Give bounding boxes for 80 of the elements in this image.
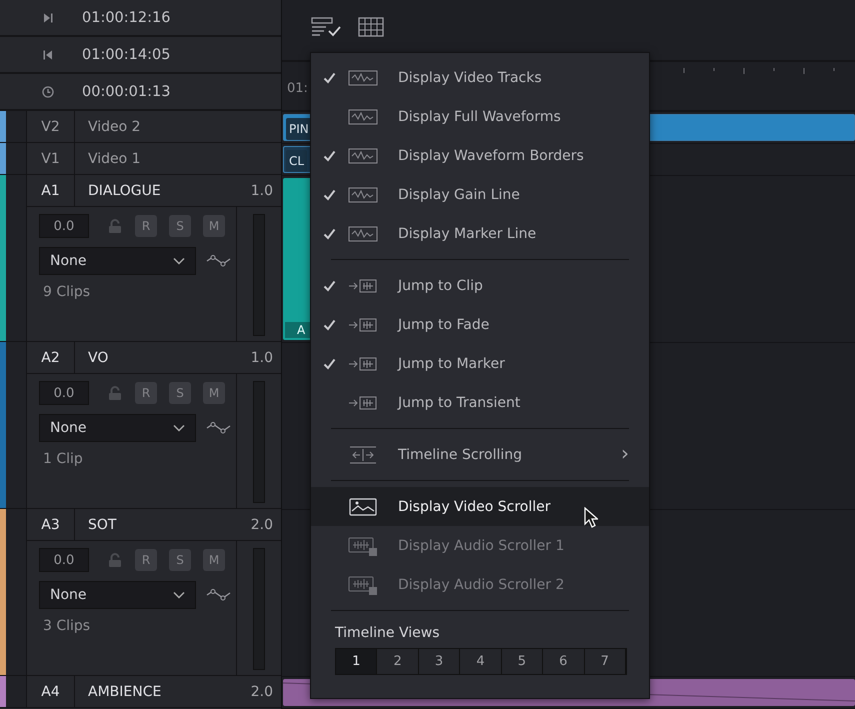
menu-item[interactable]: Jump to Clip [311,266,649,305]
view-button[interactable]: 2 [377,649,419,674]
view-button[interactable]: 7 [584,649,626,674]
track-id: A1 [27,175,75,206]
channel-format: 2.0 [250,684,274,700]
menu-item[interactable]: Display Marker Line [311,214,649,253]
timecode: 01:00:14:05 [82,46,170,62]
channel-format: 2.0 [250,516,274,532]
menu-item[interactable]: Display Video Scroller [311,487,649,526]
automation-icon[interactable] [206,254,232,268]
chevron-down-icon [173,257,185,265]
chevron-down-icon [173,591,185,599]
track-name[interactable]: AMBIENCE [75,684,251,700]
timeline-options-icon[interactable] [310,16,342,38]
checkmark-icon [323,280,336,292]
checkmark-icon [323,72,336,84]
view-button[interactable]: 1 [336,649,378,674]
submenu-arrow: › [621,441,629,465]
timecode: 01:00:12:16 [82,10,170,26]
view-button[interactable]: 4 [460,649,502,674]
clip-name: PIN [286,118,312,140]
gain-field[interactable]: 0.0 [39,548,89,572]
channel-format: 1.0 [250,350,274,366]
waveform-icon [348,146,378,166]
image-icon [348,496,378,516]
skip-end-icon [42,12,54,24]
effect-dropdown[interactable]: None [39,581,196,609]
waveform-icon [348,184,378,204]
automation-icon[interactable] [206,421,232,435]
effect-dropdown[interactable]: None [39,414,196,442]
menu-item[interactable]: Display Video Tracks [311,58,649,97]
scroll-arrows-icon [348,444,378,464]
menu-item[interactable]: Display Gain Line [311,175,649,214]
track-id: A4 [27,676,75,707]
view-button[interactable]: 5 [502,649,544,674]
waveform-icon [348,68,378,88]
clip-name: CL [286,150,308,172]
track-id: A2 [27,342,75,373]
track-name[interactable]: Video 2 [75,118,281,134]
clip-count: 3 Clips [42,618,92,634]
chevron-down-icon [173,424,185,432]
view-button[interactable]: 3 [418,649,460,674]
clip-count: 1 Clip [42,451,84,467]
clock-icon [42,86,54,98]
checkmark-icon [323,358,336,370]
timecode: 00:00:01:13 [82,84,170,100]
menu-item[interactable]: Jump to Marker [311,344,649,383]
track-name[interactable]: Video 1 [75,150,281,166]
waveform-icon [348,224,378,244]
gain-field[interactable]: 0.0 [39,381,89,405]
effect-dropdown[interactable]: None [39,247,196,275]
view-button[interactable]: 6 [543,649,585,674]
waveform-icon [348,536,378,556]
gain-field[interactable]: 0.0 [39,214,89,238]
skip-start-icon [42,48,54,60]
waveform-icon [348,106,378,126]
menu-item[interactable]: Jump to Transient [311,383,649,422]
track-name[interactable]: DIALOGUE [75,182,251,198]
waveform-icon [348,574,378,594]
mouse-cursor-icon [584,507,598,528]
track-id: V2 [27,111,75,142]
checkmark-icon [323,150,336,162]
menu-item[interactable]: Display Waveform Borders [311,136,649,175]
section-title: Timeline Views [335,625,440,641]
grid-icon[interactable] [358,17,384,37]
automation-icon[interactable] [206,588,232,602]
menu-item[interactable]: Display Full Waveforms [311,97,649,136]
clip-name: A [285,322,312,338]
track-name[interactable]: SOT [75,516,251,532]
checkmark-icon [323,318,336,330]
track-name[interactable]: VO [75,350,251,366]
track-id: V1 [27,143,75,174]
checkmark-icon [323,188,336,200]
checkmark-icon [323,228,336,240]
channel-format: 1.0 [250,182,274,198]
track-id: A3 [27,509,75,540]
ruler-timecode: 01: [286,80,308,96]
menu-item[interactable]: Jump to Fade [311,305,649,344]
clip-count: 9 Clips [42,284,92,300]
menu-item[interactable]: Timeline Scrolling › [311,435,649,474]
